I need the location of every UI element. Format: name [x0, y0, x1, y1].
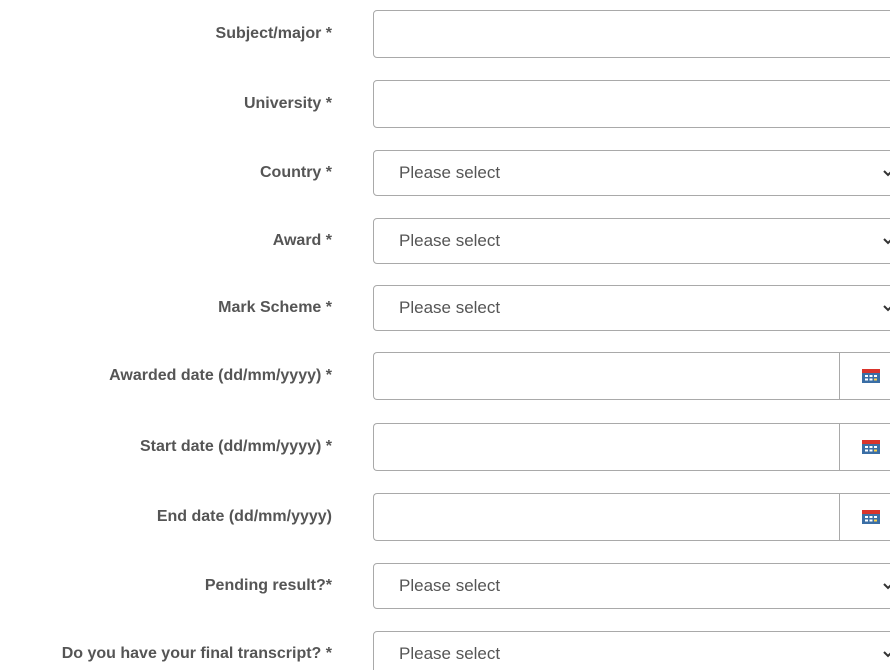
start-date-label: Start date (dd/mm/yyyy) * [139, 438, 332, 455]
award-row: Award * Please select [0, 218, 890, 264]
award-label: Award * [272, 232, 332, 249]
subject-row: Subject/major * [0, 10, 890, 58]
pending-result-select[interactable]: Please select [373, 563, 890, 609]
start-date-row: Start date (dd/mm/yyyy) * [0, 423, 890, 471]
end-date-picker-button[interactable] [839, 493, 890, 541]
pending-result-row: Pending result?* Please select [0, 563, 890, 609]
subject-label: Subject/major * [215, 25, 332, 42]
calendar-icon [862, 369, 880, 383]
awarded-date-picker-button[interactable] [839, 352, 890, 400]
award-select[interactable]: Please select [373, 218, 890, 264]
end-date-input[interactable] [373, 493, 839, 541]
chevron-down-icon [883, 170, 890, 177]
country-row: Country * Please select [0, 150, 890, 196]
start-date-picker-button[interactable] [839, 423, 890, 471]
university-label: University * [243, 95, 332, 112]
mark-scheme-label: Mark Scheme * [218, 299, 332, 316]
subject-input[interactable] [373, 10, 890, 58]
country-select[interactable]: Please select [373, 150, 890, 196]
education-form: Subject/major * University * Country * P… [0, 0, 890, 670]
chevron-down-icon [883, 238, 890, 245]
chevron-down-icon [883, 305, 890, 312]
calendar-icon [862, 440, 880, 454]
end-date-row: End date (dd/mm/yyyy) [0, 493, 890, 541]
awarded-date-row: Awarded date (dd/mm/yyyy) * [0, 352, 890, 400]
final-transcript-row: Do you have your final transcript? * Ple… [0, 631, 890, 670]
awarded-date-input[interactable] [373, 352, 839, 400]
final-transcript-selected-value: Please select [399, 644, 501, 663]
university-input[interactable] [373, 80, 890, 128]
awarded-date-label: Awarded date (dd/mm/yyyy) * [109, 367, 332, 384]
final-transcript-select[interactable]: Please select [373, 631, 890, 670]
mark-scheme-select[interactable]: Please select [373, 285, 890, 331]
chevron-down-icon [883, 583, 890, 590]
pending-result-label: Pending result?* [204, 577, 332, 594]
pending-result-selected-value: Please select [399, 576, 501, 595]
award-selected-value: Please select [399, 231, 501, 250]
country-selected-value: Please select [399, 163, 501, 182]
chevron-down-icon [883, 651, 890, 658]
mark-scheme-row: Mark Scheme * Please select [0, 285, 890, 331]
country-label: Country * [260, 164, 332, 181]
university-row: University * [0, 80, 890, 128]
mark-scheme-selected-value: Please select [399, 298, 501, 317]
calendar-icon [862, 510, 880, 524]
final-transcript-label: Do you have your final transcript? * [61, 645, 332, 662]
end-date-label: End date (dd/mm/yyyy) [156, 508, 332, 525]
start-date-input[interactable] [373, 423, 839, 471]
